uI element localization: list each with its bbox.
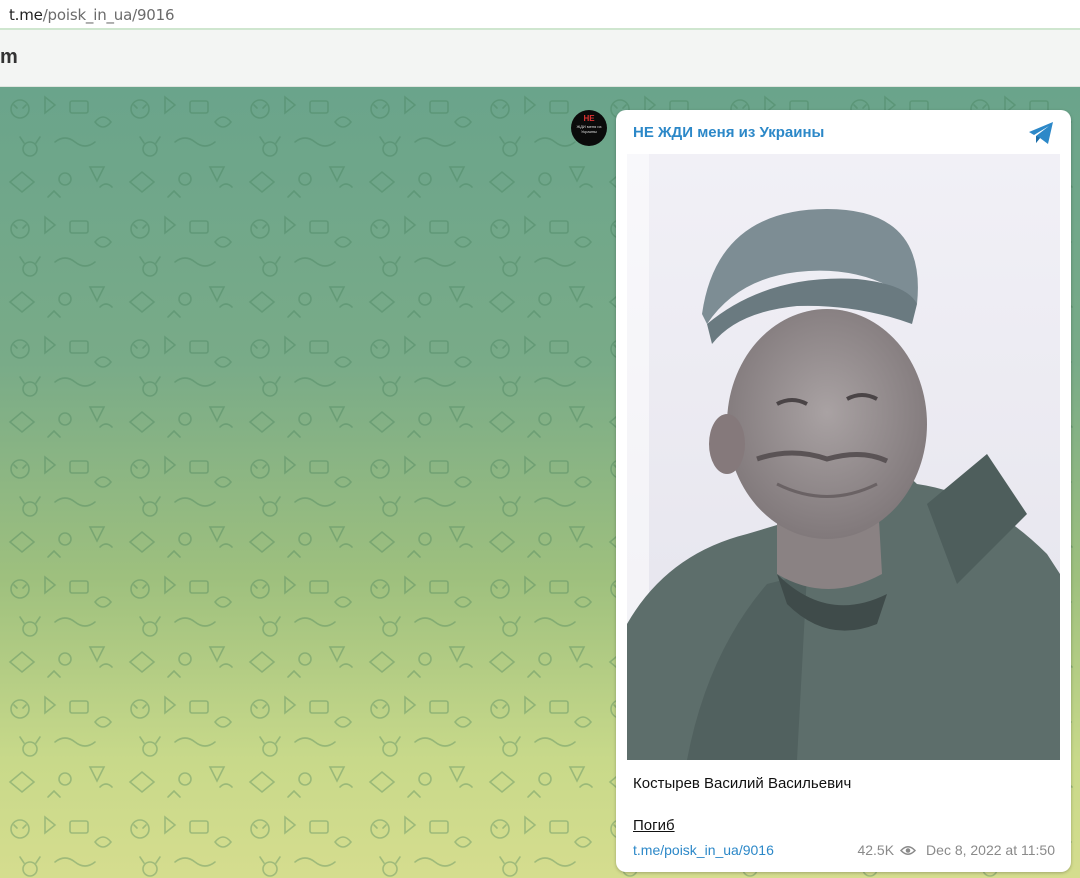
post-link[interactable]: t.me/poisk_in_ua/9016 (633, 842, 774, 858)
post-photo[interactable] (627, 154, 1060, 760)
post-card: НЕ ЖДИ меня из Украины Костырев Василий … (616, 110, 1071, 872)
telegram-plane-icon[interactable] (1027, 120, 1055, 146)
person-photo-illustration (627, 154, 1060, 760)
channel-name-link[interactable]: НЕ ЖДИ меня из Украины (633, 124, 824, 141)
channel-avatar[interactable]: НЕ ЖДИ меня из Украины (571, 110, 607, 146)
post-caption-name: Костырев Василий Васильевич (633, 775, 852, 792)
post-status-text: Погиб (633, 817, 675, 834)
browser-address-bar[interactable]: t.me/poisk_in_ua/9016 (0, 0, 1080, 30)
url-text[interactable]: t.me/poisk_in_ua/9016 (9, 6, 175, 24)
views-count: 42.5K (857, 842, 895, 858)
url-host: t.me (9, 6, 43, 24)
header-logo[interactable]: m (0, 46, 18, 69)
page-header: m (0, 30, 1080, 87)
url-path: /poisk_in_ua/9016 (42, 6, 175, 24)
post-datetime: Dec 8, 2022 at 11:50 (926, 842, 1055, 858)
avatar-title-text: НЕ (583, 114, 595, 123)
avatar-subtitle-text: ЖДИ меня из Украины (576, 124, 602, 134)
post-meta: 42.5K Dec 8, 2022 at 11:50 (857, 842, 1055, 858)
eye-icon (900, 845, 917, 855)
